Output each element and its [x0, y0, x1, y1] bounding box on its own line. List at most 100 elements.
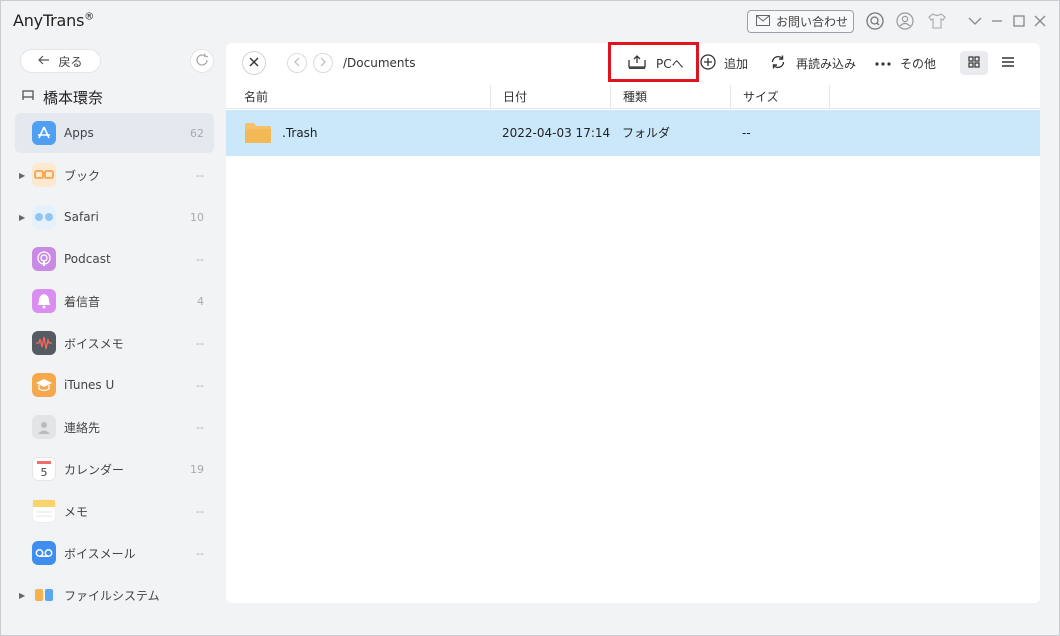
- reload-button[interactable]: 再読み込み: [770, 53, 856, 73]
- sidebar-item-label: ボイスメモ: [64, 336, 124, 351]
- voice-memo-icon: [32, 331, 56, 355]
- table-row[interactable]: .Trash 2022-04-03 17:14 フォルダ --: [226, 110, 1040, 156]
- sidebar-item-notes[interactable]: メモ --: [15, 491, 214, 531]
- close-browser-button[interactable]: [242, 51, 266, 75]
- sidebar-item-count: --: [196, 420, 204, 434]
- sidebar-item-voice-memos[interactable]: ボイスメモ --: [15, 323, 214, 363]
- add-label: 追加: [724, 56, 749, 71]
- more-dots-icon: [874, 56, 892, 70]
- expand-arrow-icon[interactable]: ▶: [19, 591, 25, 600]
- contact-button[interactable]: お問い合わせ: [747, 10, 854, 33]
- more-label: その他: [900, 56, 937, 71]
- sidebar-item-label: メモ: [64, 504, 89, 519]
- chevron-down-icon[interactable]: [965, 11, 985, 31]
- list-view-icon: [1001, 56, 1015, 71]
- device-name: 橋本環奈: [43, 88, 104, 107]
- itunes-u-icon: [32, 373, 56, 397]
- chevron-left-icon: [294, 57, 300, 70]
- sidebar-item-voicemail[interactable]: ボイスメール --: [15, 533, 214, 573]
- contacts-icon: [32, 415, 56, 439]
- nav-back-button[interactable]: [287, 53, 307, 73]
- column-header-date[interactable]: 日付: [490, 85, 610, 109]
- sidebar-item-count: --: [196, 336, 204, 350]
- svg-text:5: 5: [41, 466, 48, 479]
- chevron-right-icon: [320, 57, 326, 70]
- account-icon[interactable]: [895, 11, 915, 31]
- sidebar-item-count: 19: [190, 462, 204, 476]
- sidebar-item-label: iTunes U: [64, 378, 115, 392]
- sidebar-item-file-system[interactable]: ▶ ファイルシステム: [15, 575, 214, 615]
- sidebar-item-books[interactable]: ▶ ブック --: [15, 155, 214, 195]
- file-name: .Trash: [282, 126, 318, 140]
- close-window-icon[interactable]: [1030, 11, 1050, 31]
- device-header[interactable]: 橋本環奈: [21, 86, 103, 108]
- refresh-device-button[interactable]: [190, 49, 214, 73]
- file-size: --: [742, 126, 751, 140]
- minimize-icon[interactable]: [987, 11, 1007, 31]
- expand-arrow-icon[interactable]: ▶: [19, 213, 25, 222]
- close-icon: [249, 55, 259, 71]
- sidebar-item-count: --: [196, 546, 204, 560]
- sidebar-item-count: --: [196, 252, 204, 266]
- sidebar-item-label: カレンダー: [64, 462, 125, 477]
- back-label: 戻る: [58, 54, 83, 69]
- sidebar-item-count: 10: [190, 210, 204, 224]
- nav-forward-button[interactable]: [313, 53, 333, 73]
- maximize-icon[interactable]: [1009, 11, 1029, 31]
- more-button[interactable]: その他: [874, 53, 936, 73]
- sidebar-item-itunes-u[interactable]: iTunes U --: [15, 365, 214, 405]
- list-view-button[interactable]: [994, 51, 1022, 75]
- highlight-box: [608, 42, 699, 82]
- file-system-icon: [32, 583, 56, 607]
- mail-icon: [756, 14, 770, 29]
- sidebar-item-podcast[interactable]: Podcast --: [15, 239, 214, 279]
- device-icon: [21, 88, 35, 106]
- sidebar-item-ringtones[interactable]: 着信音 4: [15, 281, 214, 321]
- voicemail-icon: [32, 541, 56, 565]
- column-header-size[interactable]: サイズ: [730, 85, 830, 109]
- sidebar-item-label: 着信音: [64, 294, 101, 309]
- sidebar-item-label: ボイスメール: [64, 546, 136, 561]
- table-header: 名前 日付 種類 サイズ: [226, 85, 1040, 109]
- sidebar-item-count: --: [196, 168, 204, 182]
- sidebar-item-count: 4: [197, 294, 204, 308]
- arrow-left-icon: [38, 54, 50, 68]
- reload-icon: [770, 54, 786, 73]
- sidebar-item-count: --: [196, 504, 204, 518]
- app-window: AnyTrans® お問い合わせ 戻る 橋本環奈 Apps 62 ▶ ブック -…: [0, 0, 1060, 636]
- folder-icon: [244, 122, 272, 144]
- add-button[interactable]: 追加: [700, 53, 748, 73]
- current-path: /Documents: [343, 56, 416, 70]
- grid-view-button[interactable]: [960, 51, 988, 75]
- title-bar: AnyTrans® お問い合わせ: [1, 1, 1059, 41]
- skin-icon[interactable]: [927, 11, 947, 31]
- sidebar-item-contacts[interactable]: 連絡先 --: [15, 407, 214, 447]
- file-date: 2022-04-03 17:14: [502, 126, 611, 140]
- sidebar-item-label: Apps: [64, 126, 94, 140]
- grid-view-icon: [968, 55, 980, 71]
- refresh-icon: [195, 53, 209, 70]
- contact-label: お問い合わせ: [776, 15, 849, 29]
- calendar-icon: 5: [32, 457, 56, 481]
- ringtone-icon: [32, 289, 56, 313]
- back-button[interactable]: 戻る: [20, 49, 101, 73]
- sidebar-item-apps[interactable]: Apps 62: [15, 113, 214, 153]
- safari-icon: [32, 205, 56, 229]
- notes-icon: [32, 499, 56, 523]
- expand-arrow-icon[interactable]: ▶: [19, 171, 25, 180]
- podcast-icon: [32, 247, 56, 271]
- plus-circle-icon: [700, 53, 716, 73]
- app-title: AnyTrans®: [13, 11, 95, 30]
- sidebar-item-label: ブック: [64, 168, 101, 183]
- sidebar-item-calendar[interactable]: 5 カレンダー 19: [15, 449, 214, 489]
- file-type: フォルダ: [622, 126, 671, 140]
- sidebar-item-count: --: [196, 378, 204, 392]
- reload-label: 再読み込み: [796, 56, 857, 71]
- column-header-type[interactable]: 種類: [610, 85, 730, 109]
- search-icon[interactable]: [865, 11, 885, 31]
- column-header-name[interactable]: 名前: [226, 85, 490, 109]
- sidebar-item-label: Safari: [64, 210, 99, 224]
- sidebar-item-safari[interactable]: ▶ Safari 10: [15, 197, 214, 237]
- book-icon: [32, 163, 56, 187]
- apps-icon: [32, 121, 56, 145]
